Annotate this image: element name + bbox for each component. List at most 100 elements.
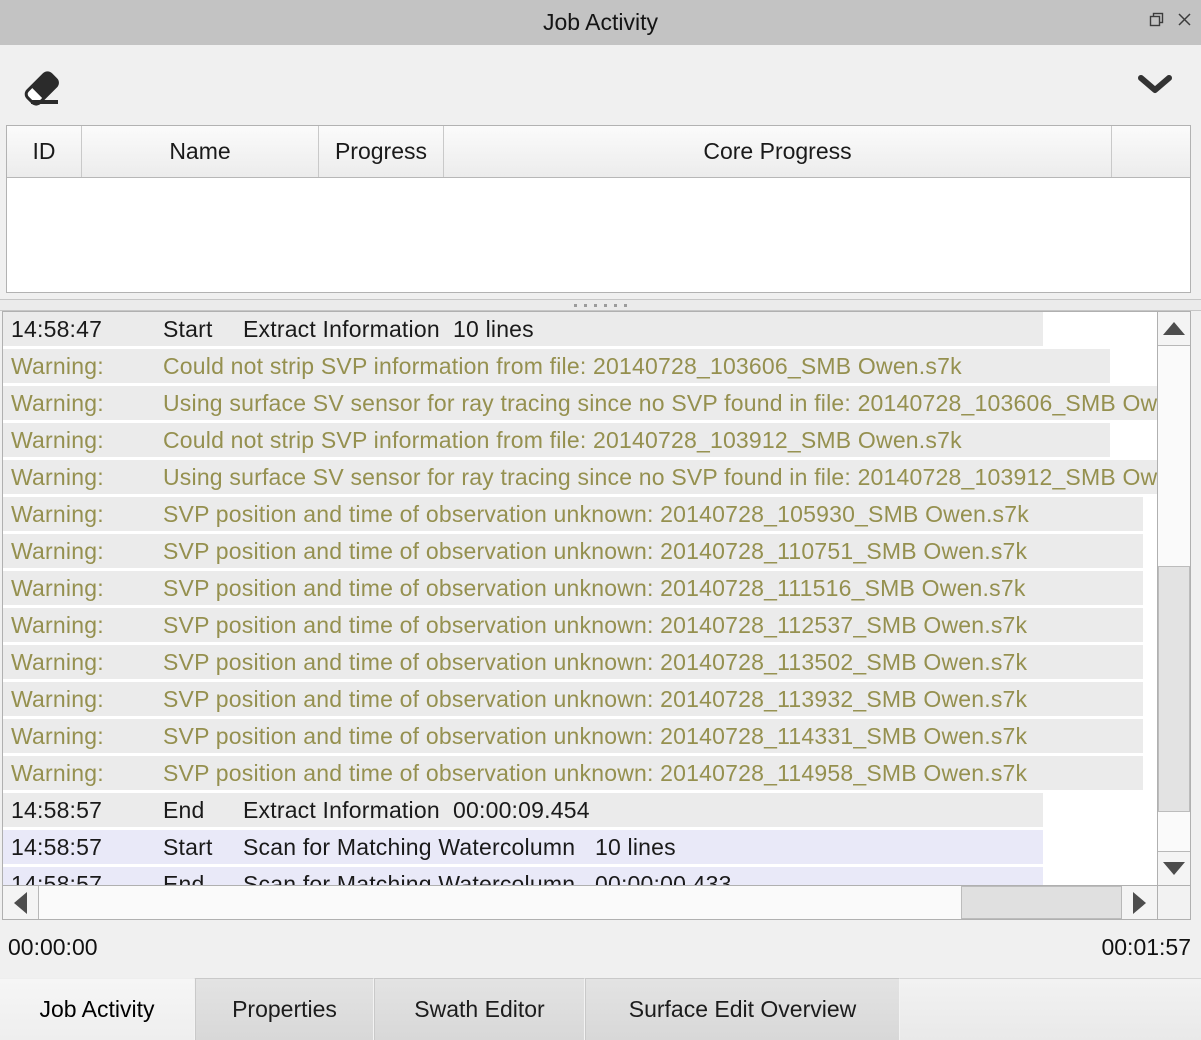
elapsed-time-right: 00:01:57 — [1101, 934, 1191, 961]
log-severity: Warning: — [3, 501, 163, 528]
log-message: SVP position and time of observation unk… — [163, 538, 1027, 565]
log-row[interactable]: Warning:SVP position and time of observa… — [3, 497, 1143, 531]
splitter-dot — [624, 304, 627, 307]
log-row[interactable]: 14:58:57EndExtract Information 00:00:09.… — [3, 793, 1043, 827]
column-header-spacer[interactable] — [1112, 126, 1190, 177]
expand-toolbar-button[interactable] — [1133, 69, 1177, 101]
log-severity: Warning: — [3, 686, 163, 713]
log-message: Scan for Matching Watercolumn 10 lines — [243, 834, 676, 861]
jobs-table-header: IDNameProgressCore Progress — [7, 126, 1190, 178]
column-header-progress[interactable]: Progress — [319, 126, 444, 177]
tab-label: Properties — [232, 996, 337, 1023]
log-row[interactable]: Warning:Could not strip SVP information … — [3, 349, 1110, 383]
scroll-right-button[interactable] — [1121, 886, 1157, 919]
log-row[interactable]: Warning:SVP position and time of observa… — [3, 756, 1143, 790]
log-severity: Warning: — [3, 464, 163, 491]
log-row[interactable]: Warning:SVP position and time of observa… — [3, 645, 1143, 679]
log-severity: Warning: — [3, 612, 163, 639]
horizontal-scrollbar-thumb[interactable] — [961, 886, 1125, 919]
tab-properties[interactable]: Properties — [195, 978, 374, 1040]
log-timestamp: 14:58:47 — [3, 316, 163, 343]
scroll-down-button[interactable] — [1158, 851, 1190, 885]
log-severity: Warning: — [3, 575, 163, 602]
log-event: End — [163, 797, 243, 824]
horizontal-scrollbar[interactable] — [3, 885, 1157, 919]
log-timestamp: 14:58:57 — [3, 834, 163, 861]
log-message: SVP position and time of observation unk… — [163, 760, 1027, 787]
log-row[interactable]: Warning:Could not strip SVP information … — [3, 423, 1110, 457]
log-severity: Warning: — [3, 760, 163, 787]
elapsed-time-left: 00:00:00 — [8, 934, 98, 961]
scroll-left-button[interactable] — [3, 886, 39, 919]
job-activity-panel: Job Activity — [0, 0, 1201, 1040]
jobs-table: IDNameProgressCore Progress — [6, 125, 1191, 293]
log-row[interactable]: Warning:SVP position and time of observa… — [3, 534, 1143, 568]
log-severity: Warning: — [3, 723, 163, 750]
log-severity: Warning: — [3, 427, 163, 454]
float-icon — [1149, 12, 1164, 27]
log-event: Start — [163, 834, 243, 861]
eraser-icon — [22, 61, 70, 109]
log-event: Start — [163, 316, 243, 343]
log-row[interactable]: 14:58:57EndScan for Matching Watercolumn… — [3, 867, 1043, 885]
log-severity: Warning: — [3, 538, 163, 565]
log-severity: Warning: — [3, 649, 163, 676]
vertical-scrollbar[interactable] — [1157, 312, 1190, 885]
log-row[interactable]: Warning:SVP position and time of observa… — [3, 682, 1143, 716]
tab-job-activity[interactable]: Job Activity — [0, 978, 195, 1040]
log-row[interactable]: Warning:SVP position and time of observa… — [3, 571, 1143, 605]
chevron-down-icon — [1137, 74, 1173, 96]
close-panel-button[interactable] — [1175, 10, 1193, 28]
job-log: 14:58:47StartExtract Information 10 line… — [2, 311, 1191, 920]
log-message: Using surface SV sensor for ray tracing … — [163, 464, 1157, 491]
log-list[interactable]: 14:58:47StartExtract Information 10 line… — [3, 312, 1157, 885]
close-icon — [1177, 12, 1192, 27]
log-row[interactable]: 14:58:57StartScan for Matching Watercolu… — [3, 830, 1043, 864]
log-message: SVP position and time of observation unk… — [163, 575, 1026, 602]
titlebar-controls — [1147, 10, 1193, 28]
log-message: SVP position and time of observation unk… — [163, 686, 1027, 713]
toolbar — [0, 45, 1201, 125]
vertical-scrollbar-thumb[interactable] — [1158, 566, 1190, 812]
log-message: Scan for Matching Watercolumn 00:00:00.4… — [243, 871, 732, 886]
log-row[interactable]: 14:58:47StartExtract Information 10 line… — [3, 312, 1043, 346]
log-timestamp: 14:58:57 — [3, 871, 163, 886]
tab-label: Surface Edit Overview — [629, 996, 857, 1023]
log-row[interactable]: Warning:SVP position and time of observa… — [3, 719, 1143, 753]
tab-surface-edit-overview[interactable]: Surface Edit Overview — [585, 978, 900, 1040]
splitter-dot — [614, 304, 617, 307]
log-message: Extract Information 00:00:09.454 — [243, 797, 590, 824]
column-header-id[interactable]: ID — [7, 126, 82, 177]
left-arrow-icon — [14, 892, 27, 914]
float-panel-button[interactable] — [1147, 10, 1165, 28]
bottom-tab-bar: Job Activity Properties Swath Editor Surfac… — [0, 978, 1201, 1040]
up-arrow-icon — [1163, 322, 1185, 335]
column-header-core-progress[interactable]: Core Progress — [444, 126, 1112, 177]
log-row[interactable]: Warning:Using surface SV sensor for ray … — [3, 460, 1157, 494]
column-header-name[interactable]: Name — [82, 126, 319, 177]
log-message: Could not strip SVP information from fil… — [163, 353, 962, 380]
log-severity: Warning: — [3, 390, 163, 417]
splitter-dot — [604, 304, 607, 307]
splitter-dot — [584, 304, 587, 307]
splitter-dot — [574, 304, 577, 307]
log-severity: Warning: — [3, 353, 163, 380]
log-row[interactable]: Warning:SVP position and time of observa… — [3, 608, 1143, 642]
scroll-up-button[interactable] — [1158, 312, 1190, 346]
log-message: SVP position and time of observation unk… — [163, 612, 1027, 639]
log-message: SVP position and time of observation unk… — [163, 723, 1027, 750]
log-message: SVP position and time of observation unk… — [163, 501, 1029, 528]
jobs-table-body[interactable] — [7, 178, 1190, 292]
clear-log-button[interactable] — [18, 57, 74, 113]
down-arrow-icon — [1163, 862, 1185, 875]
log-message: SVP position and time of observation unk… — [163, 649, 1027, 676]
status-row: 00:00:00 00:01:57 — [0, 920, 1201, 978]
log-event: End — [163, 871, 243, 886]
splitter-handle[interactable] — [0, 299, 1201, 311]
tab-swath-editor[interactable]: Swath Editor — [374, 978, 585, 1040]
right-arrow-icon — [1133, 892, 1146, 914]
log-message: Using surface SV sensor for ray tracing … — [163, 390, 1157, 417]
log-row[interactable]: Warning:Using surface SV sensor for ray … — [3, 386, 1157, 420]
splitter-dot — [594, 304, 597, 307]
tab-label: Job Activity — [39, 996, 154, 1023]
